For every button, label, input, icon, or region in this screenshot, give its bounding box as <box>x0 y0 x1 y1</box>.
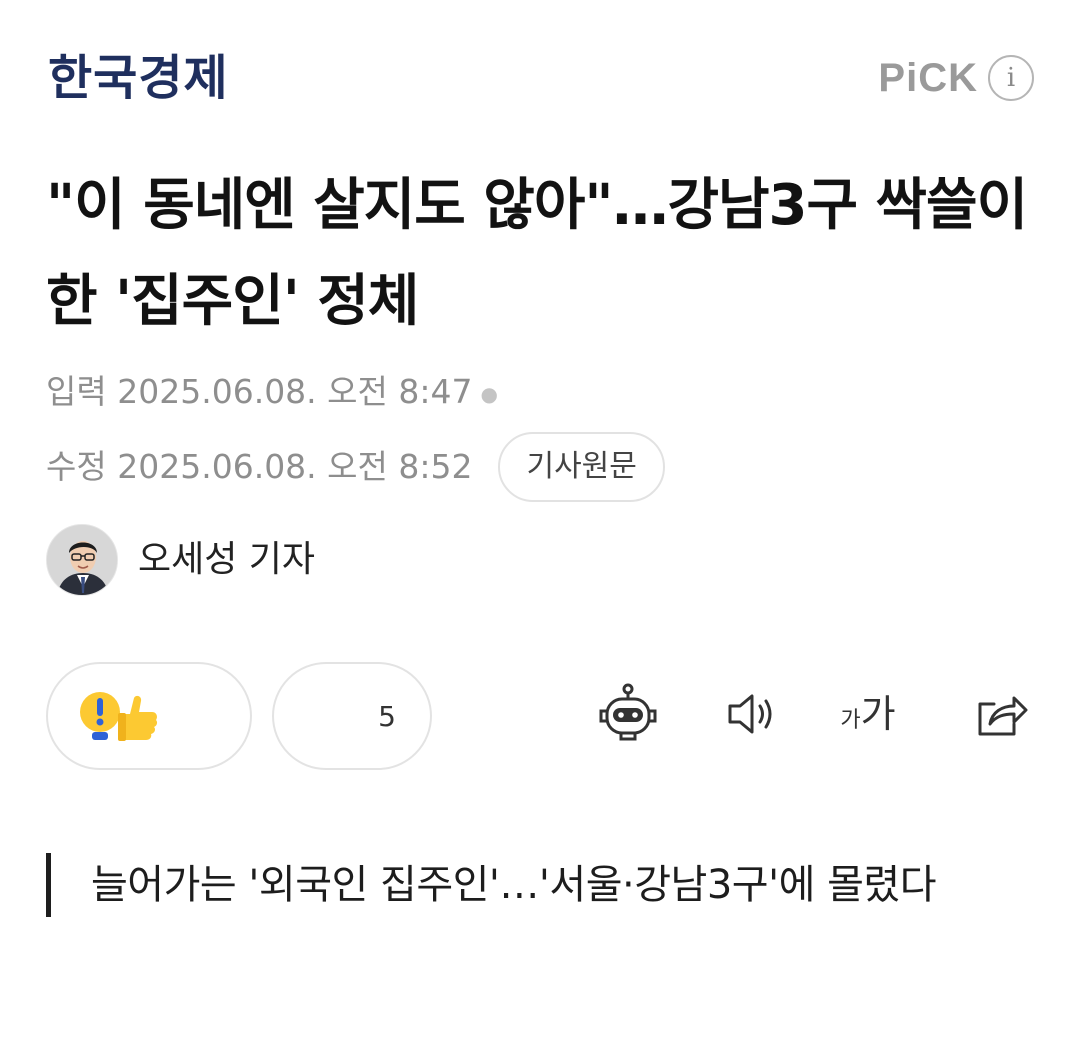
tts-button[interactable] <box>714 678 786 750</box>
separator-dot: ● <box>480 381 498 406</box>
reporter-avatar[interactable] <box>46 524 118 596</box>
reporter-name[interactable]: 오세성 기자 <box>138 536 315 584</box>
robot-icon <box>599 683 657 741</box>
share-icon <box>978 696 1028 736</box>
reaction-emoji-icon <box>78 688 162 744</box>
article-header: 한국경제 PiCK i <box>0 0 1080 150</box>
font-size-icon: 가가 <box>840 692 896 736</box>
pick-label: PiCK <box>878 56 978 100</box>
input-datetime: 2025.06.08. 오전 8:47 <box>117 372 473 411</box>
summary-bot-button[interactable] <box>592 678 664 750</box>
original-article-button[interactable]: 기사원문 <box>498 432 665 502</box>
info-icon[interactable]: i <box>988 55 1034 101</box>
reporter-byline[interactable]: 오세성 기자 <box>46 524 315 596</box>
recommend-count: 5 <box>378 699 396 733</box>
input-date-row: 입력 2025.06.08. 오전 8:47 ● <box>46 370 498 416</box>
share-button[interactable] <box>964 678 1036 750</box>
article-subtitle: 늘어가는 '외국인 집주인'…'서울·강남3구'에 몰렸다 <box>46 853 1036 917</box>
modified-label: 수정 <box>46 447 107 486</box>
input-label: 입력 <box>46 372 107 411</box>
article-headline: "이 동네엔 살지도 않아"…강남3구 싹쓸이한 '집주인' 정체 <box>46 173 1028 334</box>
recommend-button[interactable]: 5 <box>272 662 432 770</box>
modified-datetime: 2025.06.08. 오전 8:52 <box>117 447 473 486</box>
font-size-button[interactable]: 가가 <box>832 678 904 750</box>
press-logo[interactable]: 한국경제 <box>48 48 229 108</box>
modified-date-row: 수정 2025.06.08. 오전 8:52 기사원문 <box>46 432 665 502</box>
speaker-icon <box>728 694 772 734</box>
pick-badge[interactable]: PiCK i <box>878 54 1034 102</box>
reaction-button[interactable] <box>46 662 252 770</box>
